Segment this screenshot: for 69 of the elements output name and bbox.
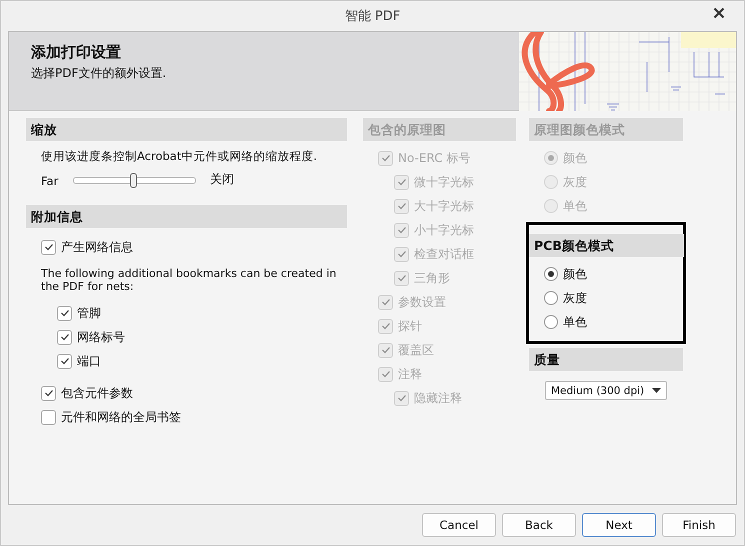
radio-label: 单色 [563,198,587,214]
zoom-description: 使用该进度条控制Acrobat中元件或网络的缩放程度. [40,148,318,164]
checkbox-label: 小十字光标 [414,222,474,238]
check-icon [380,369,390,379]
checkbox[interactable] [41,410,56,424]
close-icon[interactable] [713,7,725,19]
section-heading: 原理图颜色模式 [529,118,683,141]
checkbox[interactable] [41,386,56,400]
checkbox-label: 探针 [398,318,422,334]
checkbox-label: 网络标号 [77,328,125,346]
slider-max-label: 关闭 [210,171,234,188]
check-icon [396,273,406,283]
checkbox-label: 端口 [77,352,101,370]
checkbox-label: 管脚 [77,304,101,322]
check-icon [396,177,406,187]
check-icon [44,388,54,398]
wizard-button[interactable]: Finish [662,513,736,537]
check-icon [380,321,390,331]
section-heading: 缩放 [26,118,347,141]
check-icon [396,393,406,403]
checkbox-label: 注释 [398,366,422,382]
check-icon [380,153,390,163]
checkbox-label: 微十字光标 [414,174,474,190]
checkbox-label: 隐藏注释 [414,390,462,406]
checkbox-label: 元件和网络的全局书签 [61,408,181,426]
checkbox-label: 三角形 [414,270,450,286]
window-title: 智能 PDF [344,8,400,25]
dropdown-caret-icon [652,388,661,393]
check-icon [60,332,70,342]
checkbox[interactable] [57,306,72,320]
checkbox-label: No-ERC 标号 [398,150,470,166]
checkbox-label: 大十字光标 [414,198,474,214]
bookmarks-note: The following additional bookmarks can be created in the PDF for nets: [41,267,338,293]
wizard-button[interactable]: Cancel [422,513,496,537]
radio-label: 灰度 [563,290,587,306]
checkbox[interactable] [41,240,56,254]
radio-label: 单色 [563,314,587,330]
checkbox[interactable] [57,330,72,344]
wizard-button[interactable]: Next [582,513,656,537]
section-heading: 包含的原理图 [363,118,516,141]
radio-label: 颜色 [563,266,587,282]
check-icon [396,201,406,211]
checkbox[interactable] [57,354,72,368]
page-title: 添加打印设置 [31,43,122,62]
radio-button[interactable] [544,315,558,329]
section-heading: 附加信息 [26,205,347,228]
radio-label: 灰度 [563,174,587,190]
check-icon [380,345,390,355]
radio-label: 颜色 [563,150,587,166]
checkbox-label: 产生网络信息 [61,238,133,256]
checkbox-label: 检查对话框 [414,246,474,262]
check-icon [60,356,70,366]
wizard-button[interactable]: Back [502,513,576,537]
section-heading: 质量 [529,348,683,371]
check-icon [60,308,70,318]
check-icon [380,297,390,307]
slider-thumb[interactable] [130,173,136,188]
radio-button[interactable] [544,291,558,305]
page-subtitle: 选择PDF文件的额外设置. [31,65,166,82]
slider-min-label: Far [41,174,60,188]
checkbox-label: 覆盖区 [398,342,434,358]
check-icon [396,249,406,259]
checkbox-label: 参数设置 [398,294,446,310]
check-icon [396,225,406,235]
quality-dropdown[interactable]: Medium (300 dpi) [545,381,667,400]
checkbox-label: 包含元件参数 [61,384,133,402]
section-heading: PCB颜色模式 [529,234,684,257]
check-icon [44,242,54,252]
radio-button[interactable] [544,267,558,281]
